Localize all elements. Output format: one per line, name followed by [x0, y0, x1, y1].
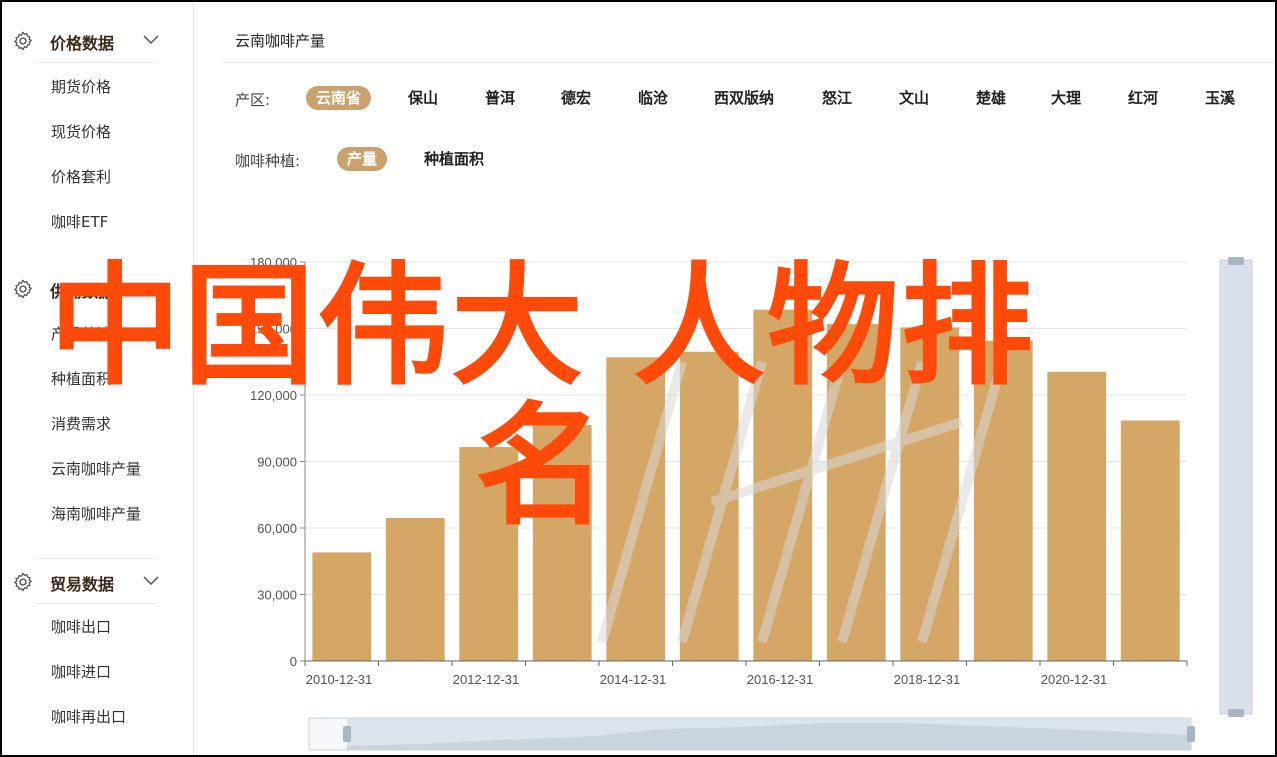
app-window: 价格数据 期货价格 现货价格 价格套利 咖啡ETF 供需数据 产量总计 种植面积… [0, 0, 1277, 757]
bar-2021-12-31 [1120, 420, 1180, 661]
bar-2010-12-31 [312, 552, 372, 661]
x-tick-label: 2014-12-31 [600, 672, 667, 687]
y-tick-label: 30,000 [257, 588, 297, 603]
y-tick-label: 60,000 [257, 521, 297, 536]
y-tick-label: 150,000 [250, 322, 297, 337]
x-tick-label: 2020-12-31 [1041, 672, 1108, 687]
zoom-handle-bottom[interactable] [1228, 709, 1244, 717]
y-tick-label: 90,000 [257, 455, 297, 470]
x-tick-label: 2010-12-31 [306, 672, 373, 687]
background-watermark [597, 360, 1007, 644]
y-axis: 0 30,000 60,000 90,000 120,000 150,000 180,000 [250, 255, 306, 669]
y-tick-label: 120,000 [250, 388, 297, 403]
y-tick-label: 0 [290, 654, 297, 669]
data-zoom-slider[interactable] [308, 717, 1195, 751]
zoom-handle-top[interactable] [1228, 257, 1244, 265]
y-tick-label: 180,000 [250, 255, 297, 270]
vertical-zoom-slider[interactable] [1219, 257, 1253, 717]
bar-2012-12-31 [459, 447, 519, 661]
x-tick-label: 2012-12-31 [453, 672, 520, 687]
zoom-handle-left[interactable] [343, 726, 351, 742]
bar-2011-12-31 [385, 518, 445, 661]
x-axis: 2010-12-31 2012-12-31 2014-12-31 2016-12-31… [304, 660, 1188, 687]
x-tick-label: 2018-12-31 [894, 672, 961, 687]
zoom-handle-right[interactable] [1187, 726, 1195, 742]
x-tick-label: 2016-12-31 [747, 672, 814, 687]
